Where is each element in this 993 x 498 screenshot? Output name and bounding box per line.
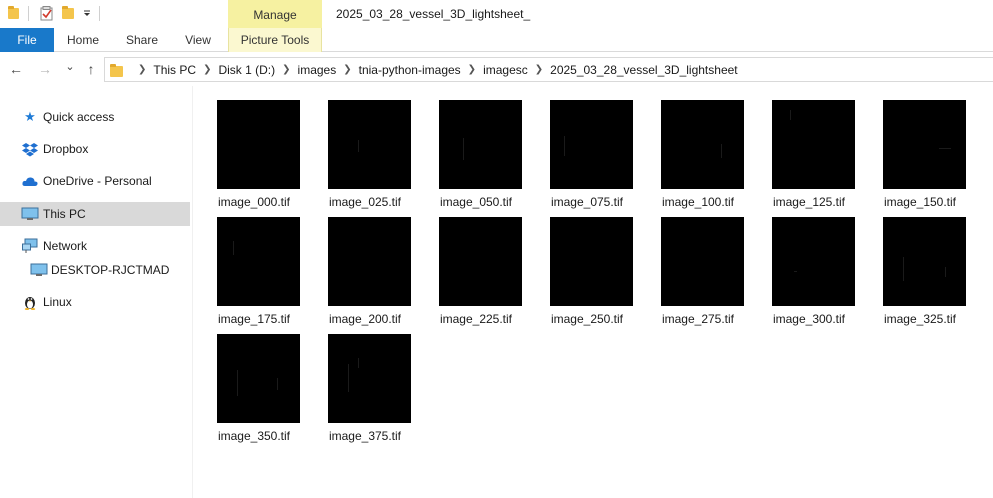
thumbnail-image xyxy=(328,100,411,189)
file-item[interactable]: image_350.tif xyxy=(200,320,300,443)
breadcrumb-chevron-icon[interactable]: ❯ xyxy=(282,64,290,75)
computer-icon xyxy=(21,206,39,222)
thumbnail-image xyxy=(883,217,966,306)
sidebar-item-label: OneDrive - Personal xyxy=(43,174,152,188)
thumbnail-image xyxy=(772,217,855,306)
sidebar-item-onedrive[interactable]: OneDrive - Personal xyxy=(0,169,190,193)
file-name: image_375.tif xyxy=(328,429,402,443)
tab-view[interactable]: View xyxy=(174,28,222,52)
file-item[interactable]: image_075.tif xyxy=(533,86,633,209)
thumbnail-image xyxy=(550,217,633,306)
sidebar-item-this-pc[interactable]: This PC xyxy=(0,202,190,226)
sidebar-item-label: This PC xyxy=(43,207,86,221)
breadcrumb-item[interactable]: images xyxy=(298,63,337,77)
breadcrumb-chevron-icon[interactable]: ❯ xyxy=(535,64,543,75)
forward-arrow-icon[interactable]: → xyxy=(36,60,54,78)
file-item[interactable]: image_225.tif xyxy=(422,203,522,326)
star-icon: ★ xyxy=(24,109,36,124)
file-item[interactable]: image_000.tif xyxy=(200,86,300,209)
file-item[interactable]: image_375.tif xyxy=(311,320,411,443)
file-item[interactable]: image_275.tif xyxy=(644,203,744,326)
ribbon-tabs: File Home Share View Picture Tools xyxy=(0,28,993,52)
tab-picture-tools[interactable]: Picture Tools xyxy=(228,28,322,52)
recent-locations-chevron-icon[interactable]: ⌄ xyxy=(61,58,79,76)
tab-home[interactable]: Home xyxy=(58,28,108,52)
thumbnail-image xyxy=(439,217,522,306)
thumbnail-image xyxy=(550,100,633,189)
file-item[interactable]: image_250.tif xyxy=(533,203,633,326)
properties-checkbox-icon[interactable] xyxy=(40,6,54,21)
breadcrumb-chevron-icon[interactable]: ❯ xyxy=(343,64,351,75)
quick-access-separator xyxy=(99,6,100,21)
manage-contextual-tab[interactable]: Manage xyxy=(228,0,322,28)
thumbnail-image xyxy=(772,100,855,189)
thumbnail-image xyxy=(217,217,300,306)
sidebar-item-label: Linux xyxy=(43,295,72,309)
pane-divider[interactable] xyxy=(192,86,193,498)
file-item[interactable]: image_125.tif xyxy=(755,86,855,209)
file-item[interactable]: image_300.tif xyxy=(755,203,855,326)
thumbnail-image xyxy=(661,100,744,189)
breadcrumb-item[interactable]: Disk 1 (D:) xyxy=(218,63,275,77)
file-item[interactable]: image_150.tif xyxy=(866,86,966,209)
file-item[interactable]: image_200.tif xyxy=(311,203,411,326)
window-title: 2025_03_28_vessel_3D_lightsheet_ xyxy=(336,7,531,21)
up-arrow-icon[interactable]: ↑ xyxy=(82,60,100,78)
file-name: image_225.tif xyxy=(439,312,513,326)
sidebar-item-dropbox[interactable]: Dropbox xyxy=(0,137,190,161)
thumbnail-image xyxy=(217,334,300,423)
thumbnail-image xyxy=(661,217,744,306)
cloud-icon xyxy=(22,173,38,189)
quick-access-separator xyxy=(28,6,29,21)
file-name: image_275.tif xyxy=(661,312,735,326)
back-arrow-icon[interactable]: ← xyxy=(7,60,25,78)
sidebar-item-label: DESKTOP-RJCTMAD xyxy=(51,263,170,277)
sidebar-item-quick-access[interactable]: ★ Quick access xyxy=(0,105,190,129)
tab-file[interactable]: File xyxy=(0,28,54,52)
sidebar-item-linux[interactable]: Linux xyxy=(0,290,190,314)
tab-share[interactable]: Share xyxy=(116,28,168,52)
file-item[interactable]: image_050.tif xyxy=(422,86,522,209)
thumbnail-image xyxy=(217,100,300,189)
new-folder-icon[interactable] xyxy=(62,6,76,20)
file-name: image_300.tif xyxy=(772,312,846,326)
title-bar: Manage 2025_03_28_vessel_3D_lightsheet_ xyxy=(0,0,993,28)
sidebar-item-label: Dropbox xyxy=(43,142,89,156)
breadcrumb-item[interactable]: tnia-python-images xyxy=(359,63,461,77)
breadcrumb-item[interactable]: This PC xyxy=(153,63,196,77)
file-item[interactable]: image_100.tif xyxy=(644,86,744,209)
navigation-pane: ★ Quick access Dropbox OneDrive - Person… xyxy=(0,86,192,498)
address-bar[interactable]: ❯ This PC ❯ Disk 1 (D:) ❯ images ❯ tnia-… xyxy=(104,57,993,82)
sidebar-item-label: Network xyxy=(43,239,88,253)
sidebar-item-label: Quick access xyxy=(43,110,115,124)
breadcrumb-item[interactable]: 2025_03_28_vessel_3D_lightsheet xyxy=(550,63,737,77)
file-item[interactable]: image_175.tif xyxy=(200,203,300,326)
file-name: image_250.tif xyxy=(550,312,624,326)
linux-penguin-icon xyxy=(22,294,38,310)
thumbnail-image xyxy=(328,334,411,423)
navigation-bar: ← → ⌄ ↑ ❯ This PC ❯ Disk 1 (D:) ❯ images… xyxy=(0,53,993,86)
file-list: image_000.tif image_025.tif image_050.ti… xyxy=(196,86,993,498)
sidebar-item-desktop-rjctmad[interactable]: DESKTOP-RJCTMAD xyxy=(0,258,190,282)
sidebar-item-network[interactable]: Network xyxy=(0,234,190,258)
breadcrumb-chevron-icon[interactable]: ❯ xyxy=(138,64,146,75)
network-icon xyxy=(22,238,38,254)
folder-icon[interactable] xyxy=(8,6,20,20)
file-item[interactable]: image_325.tif xyxy=(866,203,966,326)
desktop-icon xyxy=(30,262,48,278)
breadcrumb-item[interactable]: imagesc xyxy=(483,63,528,77)
breadcrumb: ❯ This PC ❯ Disk 1 (D:) ❯ images ❯ tnia-… xyxy=(131,58,738,81)
breadcrumb-chevron-icon[interactable]: ❯ xyxy=(203,64,211,75)
file-item[interactable]: image_025.tif xyxy=(311,86,411,209)
dropbox-icon xyxy=(22,141,38,157)
thumbnail-image xyxy=(328,217,411,306)
file-name: image_350.tif xyxy=(217,429,291,443)
thumbnail-image xyxy=(439,100,522,189)
customize-dropdown-icon[interactable] xyxy=(82,6,92,20)
file-name: image_325.tif xyxy=(883,312,957,326)
breadcrumb-chevron-icon[interactable]: ❯ xyxy=(468,64,476,75)
thumbnail-image xyxy=(883,100,966,189)
